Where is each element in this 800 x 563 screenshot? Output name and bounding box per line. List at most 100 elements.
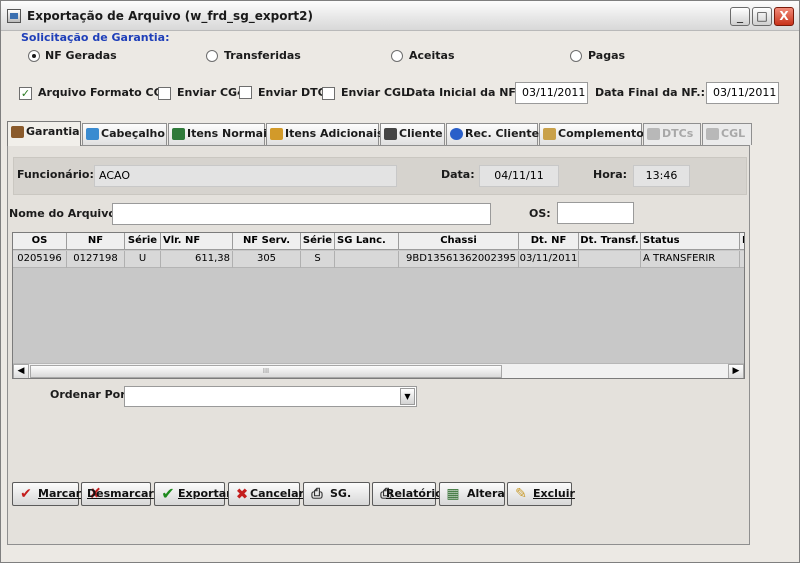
radio-pagas-label[interactable]: Pagas [588, 49, 625, 62]
tab-cliente[interactable]: Cliente [380, 123, 445, 145]
desmarcar-label: Desmarcar [87, 487, 154, 500]
check-icon: ✔ [20, 486, 32, 502]
col-status[interactable]: Status [641, 233, 740, 250]
eraser-icon: ✎ [515, 486, 527, 502]
radio-pagas[interactable] [570, 50, 582, 62]
cell-dt-transf [579, 251, 641, 268]
car-icon [11, 126, 24, 138]
table-row[interactable]: 0205196 0127198 U 611,38 305 S 9BD135613… [13, 251, 744, 268]
cgl-icon [706, 128, 719, 140]
os-field[interactable] [557, 202, 634, 224]
checkbox-enviar-dtc[interactable] [239, 86, 252, 99]
tab-itens-adicionais[interactable]: Itens Adicionais [266, 123, 384, 145]
tab-rec-cliente-label: Rec. Cliente [465, 127, 540, 140]
tab-cgl[interactable]: CGL [702, 123, 752, 145]
sg-button[interactable]: ⎙ SG. [303, 482, 370, 506]
radio-aceitas[interactable] [391, 50, 403, 62]
col-os[interactable]: OS [13, 233, 67, 250]
grid-icon [543, 128, 556, 140]
data-final-label: Data Final da NF.: [595, 86, 706, 99]
window-title: Exportação de Arquivo (w_frd_sg_export2) [27, 9, 313, 23]
funcionario-label: Funcionário: [17, 168, 94, 181]
data-final-field[interactable]: 03/11/2011 [706, 82, 779, 104]
chevron-down-icon[interactable]: ▼ [400, 388, 415, 405]
col-dt-transf[interactable]: Dt. Transf. [579, 233, 641, 250]
cell-status: A TRANSFERIR [641, 251, 740, 268]
col-dt-nf[interactable]: Dt. NF [519, 233, 579, 250]
checkbox-enviar-cgl[interactable] [322, 87, 335, 100]
cell-serie: U [125, 251, 161, 268]
cell-nf-serv: 305 [233, 251, 301, 268]
printer-icon: ⎙ [311, 486, 323, 502]
col-serie[interactable]: Série [125, 233, 161, 250]
data-grid[interactable]: OS NF Série Vlr. NF NF Serv. Série SG La… [12, 232, 745, 379]
horizontal-scrollbar[interactable]: ◀ III ▶ [13, 363, 744, 378]
tab-itens-normais[interactable]: Itens Normais [168, 123, 273, 145]
cancelar-button[interactable]: ✖ Cancelar [228, 482, 304, 506]
enviar-dtc-label[interactable]: Enviar DTC [258, 86, 326, 99]
minimize-button[interactable]: _ [730, 7, 750, 26]
enviar-cgl-label[interactable]: Enviar CGL [341, 86, 408, 99]
export-check-icon: ✔ [161, 484, 175, 503]
header-icon [86, 128, 99, 140]
arquivo-formato-ccc-label[interactable]: Arquivo Formato CCC [38, 86, 170, 99]
app-icon [7, 9, 21, 23]
cell-nf: 0127198 [67, 251, 125, 268]
col-nf[interactable]: NF [67, 233, 125, 250]
maximize-button[interactable]: □ [752, 7, 772, 26]
radio-aceitas-label[interactable]: Aceitas [409, 49, 455, 62]
desmarcar-button[interactable]: ✘ Desmarcar [81, 482, 154, 506]
box-icon [270, 128, 283, 140]
col-vlr-nf[interactable]: Vlr. NF [161, 233, 233, 250]
cell-vlr-nf: 611,38 [161, 251, 233, 268]
col-sg-lanc[interactable]: SG Lanc. [335, 233, 399, 250]
data-inicial-field[interactable]: 03/11/2011 [515, 82, 588, 104]
tab-complemento-label: Complemento [558, 127, 644, 140]
tab-rec-cliente[interactable]: Rec. Cliente [446, 123, 540, 145]
nome-arquivo-field[interactable] [112, 203, 491, 225]
col-extra[interactable]: I [740, 233, 744, 250]
exportar-button[interactable]: ✔ Exportar [154, 482, 232, 506]
sg-label: SG. [330, 487, 352, 500]
cell-chassi: 9BD13561362002395 [399, 251, 519, 268]
radio-transferidas-label[interactable]: Transferidas [224, 49, 301, 62]
cell-os: 0205196 [13, 251, 67, 268]
tab-itens-normais-label: Itens Normais [187, 127, 274, 140]
solicitacao-label: Solicitação de Garantia: [21, 31, 170, 44]
nome-arquivo-label: Nome do Arquivo: [9, 207, 121, 220]
col-serie-2[interactable]: Série [301, 233, 335, 250]
enviar-cg4-label[interactable]: Enviar CG4 [177, 86, 245, 99]
close-button[interactable]: X [774, 7, 794, 26]
data-label: Data: [441, 168, 475, 181]
col-nf-serv[interactable]: NF Serv. [233, 233, 301, 250]
scroll-right-icon[interactable]: ▶ [728, 364, 744, 378]
cell-sg-lanc [335, 251, 399, 268]
altera-button[interactable]: ▦ Altera [439, 482, 505, 506]
marcar-button[interactable]: ✔ Marcar [12, 482, 81, 506]
radio-transferidas[interactable] [206, 50, 218, 62]
tab-garantia[interactable]: Garantia [7, 121, 81, 146]
scroll-thumb[interactable]: III [30, 365, 502, 378]
tab-cgl-label: CGL [721, 127, 746, 140]
items-icon [172, 128, 185, 140]
tab-garantia-label: Garantia [26, 125, 80, 138]
tab-complemento[interactable]: Complemento [539, 123, 644, 145]
checkbox-arquivo-formato-ccc[interactable]: ✓ [19, 87, 32, 100]
radio-nf-geradas-label[interactable]: NF Geradas [45, 49, 117, 62]
tab-cliente-label: Cliente [399, 127, 443, 140]
relatorio-button[interactable]: ⎙ Relatório [372, 482, 443, 506]
col-chassi[interactable]: Chassi [399, 233, 519, 250]
funcionario-field: ACAO [94, 165, 397, 187]
radio-nf-geradas[interactable] [28, 50, 40, 62]
checkbox-enviar-cg4[interactable] [158, 87, 171, 100]
cell-extra [740, 251, 744, 268]
excluir-button[interactable]: ✎ Excluir [507, 482, 575, 506]
tab-itens-adicionais-label: Itens Adicionais [285, 127, 384, 140]
tab-dtcs[interactable]: DTCs [643, 123, 701, 145]
cancelar-label: Cancelar [250, 487, 304, 500]
tab-cabecalho[interactable]: Cabeçalho [82, 123, 167, 145]
cell-dt-nf: 03/11/2011 [519, 251, 579, 268]
ordenar-select[interactable]: ▼ [124, 386, 417, 407]
scroll-left-icon[interactable]: ◀ [13, 364, 29, 378]
data-inicial-label: Data Inicial da NF.: [406, 86, 523, 99]
